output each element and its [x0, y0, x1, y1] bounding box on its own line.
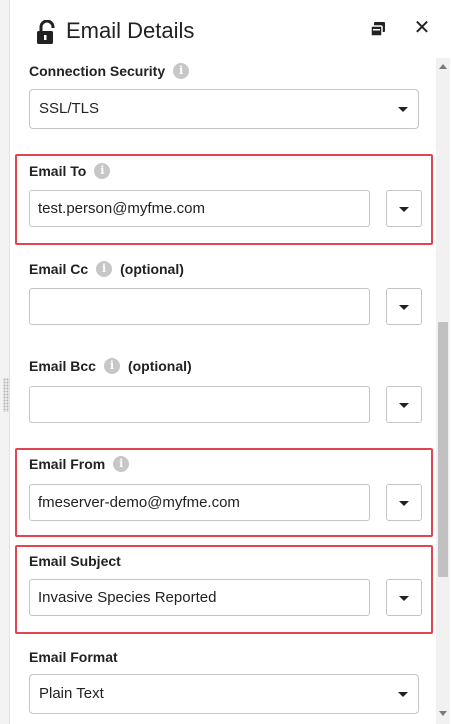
- email-to-dropdown-button[interactable]: [386, 190, 422, 227]
- vertical-scrollbar[interactable]: [436, 58, 450, 724]
- info-icon[interactable]: i: [96, 261, 113, 277]
- email-cc-input[interactable]: [29, 288, 370, 325]
- email-details-panel: Email Details ✕ Connection Security i SS…: [10, 0, 451, 724]
- info-icon[interactable]: i: [113, 456, 130, 472]
- email-subject-input[interactable]: Invasive Species Reported: [29, 579, 370, 616]
- email-bcc-dropdown-button[interactable]: [386, 386, 422, 423]
- close-icon[interactable]: ✕: [412, 17, 432, 39]
- email-bcc-label: Email Bcc i (optional): [29, 358, 192, 374]
- info-icon[interactable]: i: [94, 163, 111, 179]
- email-to-input[interactable]: test.person@myfme.com: [29, 190, 370, 227]
- connection-security-label: Connection Security i: [29, 63, 190, 79]
- scroll-down-arrow-icon[interactable]: [439, 711, 447, 716]
- chevron-down-icon: [399, 305, 409, 310]
- popout-window-icon[interactable]: [370, 21, 386, 37]
- panel-resize-edge[interactable]: [0, 0, 10, 724]
- chevron-down-icon: [398, 692, 408, 697]
- page-title: Email Details: [66, 18, 195, 43]
- chevron-down-icon: [399, 501, 409, 506]
- email-bcc-input[interactable]: [29, 386, 370, 423]
- info-icon[interactable]: i: [173, 63, 190, 79]
- scroll-up-arrow-icon[interactable]: [439, 64, 447, 69]
- email-cc-dropdown-button[interactable]: [386, 288, 422, 325]
- email-format-select[interactable]: Plain Text: [29, 674, 419, 714]
- unlocked-lock-icon: [37, 20, 55, 44]
- resize-grip-icon[interactable]: [3, 378, 9, 412]
- email-from-label: Email From i: [29, 456, 130, 472]
- chevron-down-icon: [399, 596, 409, 601]
- form-scroll-area[interactable]: Connection Security i SSL/TLS Email To i…: [10, 58, 435, 724]
- scrollbar-thumb[interactable]: [438, 322, 448, 577]
- email-subject-dropdown-button[interactable]: [386, 579, 422, 616]
- panel-header: Email Details ✕: [10, 0, 451, 60]
- chevron-down-icon: [399, 403, 409, 408]
- email-from-input[interactable]: fmeserver-demo@myfme.com: [29, 484, 370, 521]
- connection-security-select[interactable]: SSL/TLS: [29, 89, 419, 129]
- chevron-down-icon: [398, 107, 408, 112]
- chevron-down-icon: [399, 207, 409, 212]
- info-icon[interactable]: i: [103, 358, 120, 374]
- email-to-label: Email To i: [29, 163, 111, 179]
- email-cc-label: Email Cc i (optional): [29, 261, 184, 277]
- email-from-dropdown-button[interactable]: [386, 484, 422, 521]
- email-format-label: Email Format: [29, 649, 118, 665]
- email-subject-label: Email Subject: [29, 553, 121, 569]
